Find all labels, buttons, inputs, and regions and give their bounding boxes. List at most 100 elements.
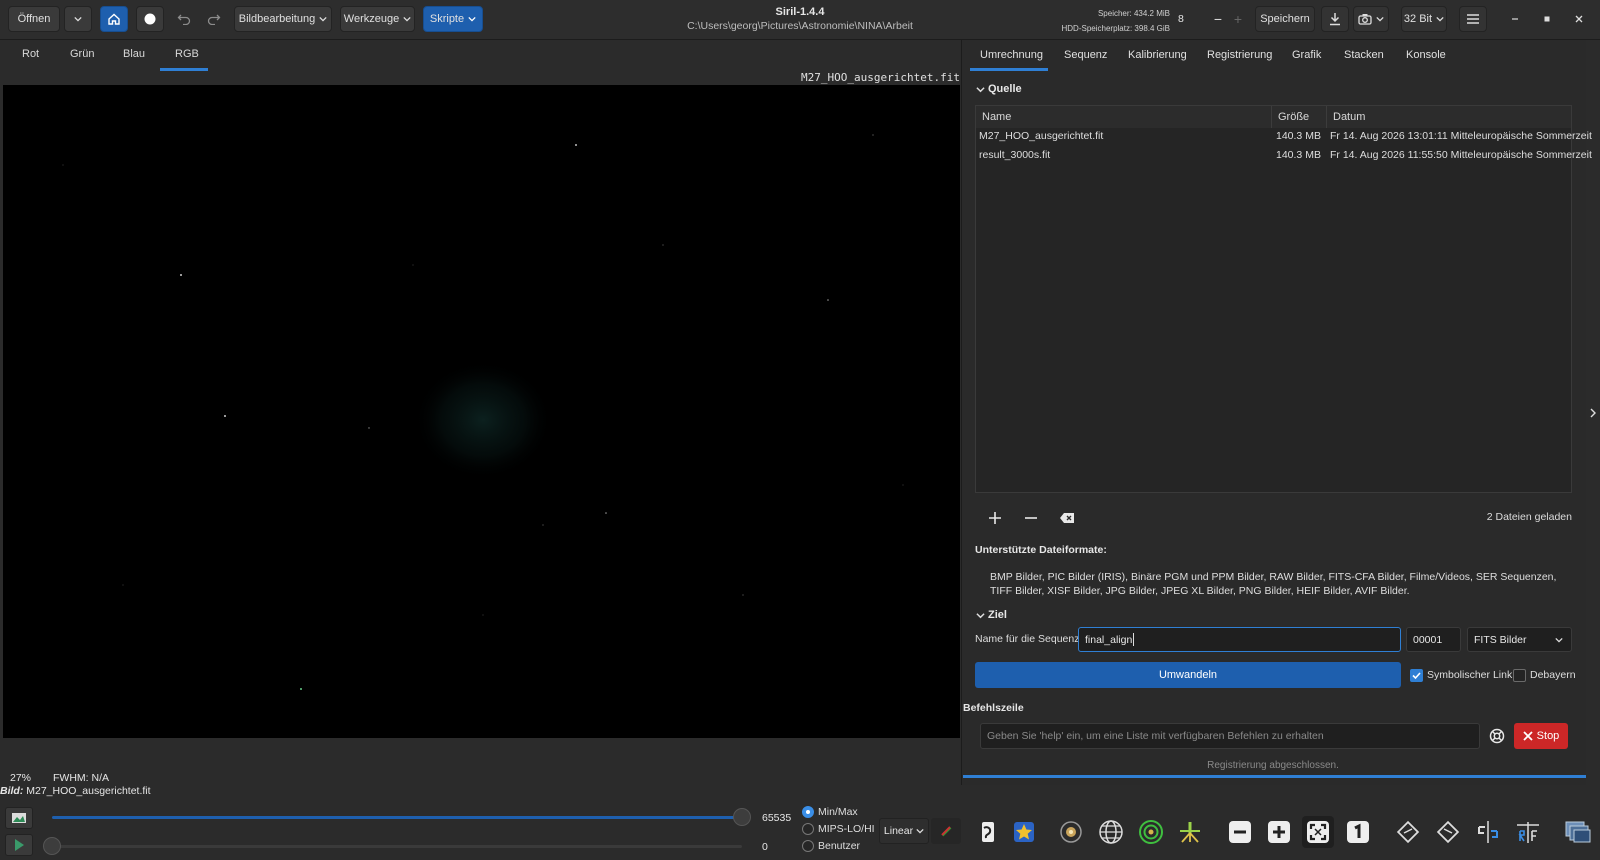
command-help-button[interactable] (1484, 723, 1510, 749)
command-input[interactable]: Geben Sie 'help' ein, um eine Liste mit … (980, 723, 1480, 749)
plus-icon[interactable]: + (1228, 11, 1248, 27)
radio-minmax[interactable] (802, 806, 814, 818)
chevron-right-icon (1590, 408, 1596, 417)
zoom-fit-button[interactable] (1302, 816, 1334, 848)
save-button[interactable]: Speichern (1255, 6, 1315, 32)
clear-list-button[interactable] (1054, 507, 1080, 529)
annotate-button[interactable] (1174, 816, 1206, 848)
sequence-name-value: final_align (1085, 633, 1133, 646)
tab-conversion[interactable]: Umrechnung (980, 49, 1043, 61)
threads-spinner[interactable]: 8 − + (1178, 7, 1253, 31)
image-info: Bild: M27_HOO_ausgerichtet.fit (0, 785, 151, 797)
bit-depth-menu[interactable]: 32 Bit (1401, 6, 1447, 32)
maximize-button[interactable] (1536, 6, 1558, 32)
target-section-header[interactable]: Ziel (976, 609, 1007, 621)
tab-red[interactable]: Rot (22, 48, 39, 60)
low-slider-knob[interactable] (43, 837, 61, 855)
tab-console[interactable]: Konsole (1406, 49, 1446, 61)
telescope-icon (1180, 822, 1200, 843)
save-as-button[interactable] (1321, 6, 1349, 32)
tab-blue[interactable]: Blau (123, 48, 145, 60)
image-canvas[interactable] (3, 85, 960, 738)
chevron-down-icon (74, 16, 82, 22)
file-name: result_3000s.fit (979, 149, 1051, 161)
zoom-in-button[interactable] (1263, 816, 1295, 848)
minimize-button[interactable] (1504, 6, 1526, 32)
photometry-button[interactable] (1135, 816, 1167, 848)
tab-rgb[interactable]: RGB (175, 48, 199, 60)
color-display-button[interactable] (931, 818, 961, 844)
high-slider-knob[interactable] (733, 808, 751, 826)
symlink-checkbox[interactable] (1410, 669, 1423, 682)
source-section-header[interactable]: Quelle (976, 83, 1022, 95)
tab-sequence[interactable]: Sequenz (1064, 49, 1107, 61)
redo-button[interactable] (202, 6, 226, 32)
zoom-one-button[interactable] (1342, 816, 1374, 848)
rotate-left-button[interactable] (1392, 816, 1424, 848)
stretch-select[interactable]: Linear (879, 818, 929, 844)
mirror-x-button[interactable] (1472, 816, 1504, 848)
stop-button-label: Stop (1536, 730, 1560, 742)
false-color-button[interactable] (1008, 816, 1040, 848)
column-header-name[interactable]: Name (976, 106, 1272, 128)
minus-icon[interactable]: − (1208, 11, 1228, 27)
open-button[interactable]: Öffnen (8, 6, 60, 32)
backspace-clear-icon (1060, 513, 1074, 523)
sequence-name-input[interactable]: final_align (1078, 627, 1401, 652)
star-color-icon (1014, 822, 1034, 842)
tab-calibration[interactable]: Kalibrierung (1128, 49, 1187, 61)
recent-dropdown-button[interactable] (64, 6, 92, 32)
symlink-label: Symbolischer Link (1427, 669, 1513, 681)
zoom-out-button[interactable] (1224, 816, 1256, 848)
mirror-vertical-icon (1517, 822, 1539, 843)
convert-button[interactable]: Umwandeln (975, 662, 1401, 688)
chevron-down-icon (916, 828, 924, 834)
radio-mips[interactable] (802, 823, 814, 835)
debayer-checkbox[interactable] (1513, 669, 1526, 682)
remove-file-button[interactable] (1018, 507, 1044, 529)
convert-button-label: Umwandeln (1158, 669, 1218, 681)
main-menu-button[interactable] (1459, 6, 1487, 32)
plate-solve-button[interactable] (1095, 816, 1127, 848)
radio-user[interactable] (802, 840, 814, 852)
app-title: Siril-1.4.4 (775, 6, 825, 18)
target-rings-icon (1139, 820, 1163, 844)
scripts-menu[interactable]: Skripte (423, 6, 483, 32)
autostretch-button[interactable] (5, 834, 33, 856)
file-name: M27_HOO_ausgerichtet.fit (979, 130, 1104, 142)
save-button-label: Speichern (1260, 13, 1310, 25)
debayer-label: Debayern (1530, 669, 1576, 681)
invert-button[interactable] (972, 816, 1004, 848)
column-header-size[interactable]: Größe (1272, 106, 1327, 128)
zoom-out-icon (1229, 821, 1251, 843)
column-header-date[interactable]: Datum (1327, 106, 1571, 128)
tab-registration[interactable]: Registrierung (1207, 49, 1272, 61)
close-button[interactable] (1568, 6, 1590, 32)
bit-depth-label: 32 Bit (1403, 13, 1433, 25)
mirror-y-button[interactable] (1512, 816, 1544, 848)
snapshot-button[interactable] (1353, 6, 1389, 32)
livestack-button[interactable] (136, 6, 164, 32)
add-files-button[interactable] (982, 507, 1008, 529)
output-format-select[interactable]: FITS Bilder (1467, 627, 1572, 652)
tools-menu[interactable]: Werkzeuge (340, 6, 415, 32)
image-processing-menu[interactable]: Bildbearbeitung (234, 6, 332, 32)
chevron-down-icon (1376, 16, 1384, 22)
zoom-level: 27% (10, 772, 32, 784)
rotate-right-button[interactable] (1432, 816, 1464, 848)
histogram-button[interactable] (5, 807, 33, 829)
stop-button[interactable]: Stop (1514, 723, 1568, 749)
tab-green[interactable]: Grün (70, 48, 94, 60)
tab-plot[interactable]: Grafik (1292, 49, 1321, 61)
header-bar: Öffnen Bildbearbeitung Werkzeuge Skripte… (0, 0, 1600, 40)
chevron-down-icon (976, 612, 985, 618)
dynamic-psf-button[interactable] (1055, 816, 1087, 848)
scripts-label: Skripte (429, 13, 465, 25)
start-index-input[interactable]: 00001 (1406, 627, 1461, 652)
tab-stacking[interactable]: Stacken (1344, 49, 1384, 61)
file-table[interactable]: Name Größe Datum M27_HOO_ausgerichtet.fi… (975, 105, 1592, 493)
home-button[interactable] (100, 6, 128, 32)
undo-button[interactable] (172, 6, 196, 32)
files-loaded-count: 2 Dateien geladen (1486, 511, 1572, 523)
toggle-panel-button[interactable] (1562, 816, 1594, 848)
